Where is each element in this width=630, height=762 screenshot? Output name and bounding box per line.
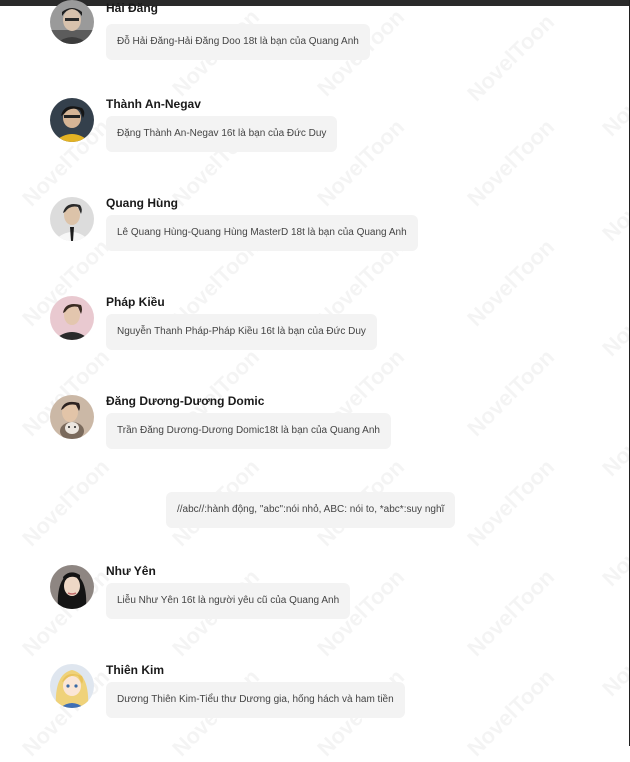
sender-name[interactable]: Hải Đăng [106,1,158,15]
message-bubble: Đặng Thành An-Negav 16t là bạn của Đức D… [106,116,338,152]
sender-name[interactable]: Đăng Dương-Dương Domic [106,394,264,408]
avatar-portrait-long-dark-hair[interactable] [50,565,94,609]
message-bubble: Nguyễn Thanh Pháp-Pháp Kiều 16t là bạn c… [106,314,377,350]
sender-name[interactable]: Như Yên [106,564,156,578]
sender-name[interactable]: Thiên Kim [106,663,164,677]
message-bubble: Dương Thiên Kim-Tiểu thư Dương gia, hống… [106,682,405,718]
message-bubble: Lê Quang Hùng-Quang Hùng MasterD 18t là … [106,215,418,251]
avatar-portrait-dark-hair-glasses[interactable] [50,0,94,44]
chat-feed[interactable]: Hải Đăng Đỗ Hải Đăng-Hải Đăng Doo 18t là… [0,0,630,746]
sender-name[interactable]: Quang Hùng [106,196,178,210]
sender-name[interactable]: Pháp Kiều [106,295,165,309]
sender-name[interactable]: Thành An-Negav [106,97,201,111]
avatar-portrait-holding-cat[interactable] [50,395,94,439]
message-bubble: Trần Đăng Dương-Dương Domic18t là bạn củ… [106,413,391,449]
avatar-portrait-pink-background[interactable] [50,296,94,340]
message-bubble: Đỗ Hải Đăng-Hải Đăng Doo 18t là bạn của … [106,24,370,60]
avatar-anime-blonde-girl[interactable] [50,664,94,708]
narration-bubble: //abc//:hành động, "abc":nói nhỏ, ABC: n… [166,492,456,528]
message-bubble: Liễu Như Yên 16t là người yêu cũ của Qua… [106,583,351,619]
avatar-portrait-yellow-shirt[interactable] [50,98,94,142]
avatar-portrait-white-shirt-tie[interactable] [50,197,94,241]
